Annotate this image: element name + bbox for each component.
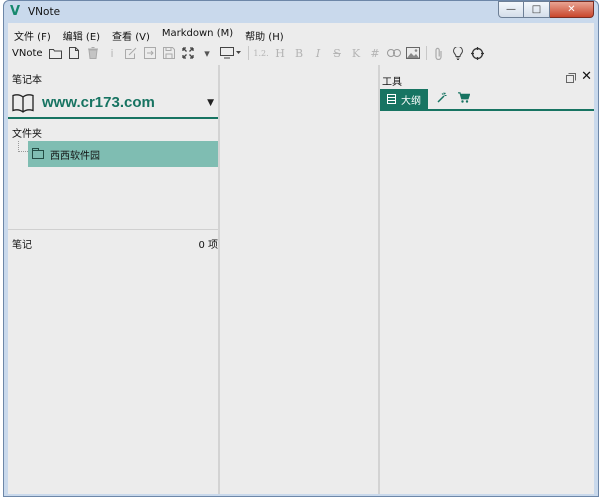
- menu-view[interactable]: 查看 (V): [106, 25, 156, 43]
- bulb-icon[interactable]: [449, 44, 468, 62]
- strikethrough-icon[interactable]: S: [328, 44, 347, 62]
- notebook-header: 笔记本: [12, 75, 42, 86]
- tree-connector: [18, 141, 28, 152]
- toolbar-label: VNote: [12, 47, 43, 59]
- monitor-icon[interactable]: [217, 44, 245, 62]
- italic-icon[interactable]: I: [309, 44, 328, 62]
- title-bar: V VNote — □ ✕: [4, 1, 598, 23]
- delete-icon[interactable]: [84, 44, 103, 62]
- close-panel-button[interactable]: ✕: [581, 69, 592, 84]
- folder-label: 西西软件园: [50, 150, 100, 162]
- h-icon[interactable]: H: [271, 44, 290, 62]
- info-icon[interactable]: i: [103, 44, 122, 62]
- maximize-button[interactable]: □: [524, 1, 550, 18]
- notes-count: 0 项: [198, 240, 218, 251]
- tools-panel: 工具 ✕ 大纲: [380, 65, 594, 494]
- image-icon[interactable]: [404, 44, 423, 62]
- notebook-panel: 笔记本 www.cr173.com ▼ 文件夹 西西软件园 笔记 0 项: [8, 65, 218, 494]
- menu-bar: 文件 (F) 编辑 (E) 查看 (V) Markdown (M) 帮助 (H): [8, 25, 290, 43]
- toolbar-separator: [425, 46, 427, 60]
- tab-outline-label: 大纲: [401, 95, 421, 107]
- book-icon: [12, 93, 34, 116]
- notebook-selector[interactable]: www.cr173.com ▼: [8, 89, 218, 119]
- notebook-name: www.cr173.com: [42, 94, 155, 111]
- notes-header: 笔记: [12, 240, 32, 251]
- cart-icon: [458, 92, 471, 106]
- edit-icon[interactable]: [122, 44, 141, 62]
- folder-item[interactable]: 西西软件园: [28, 141, 218, 167]
- float-icon[interactable]: [566, 73, 576, 83]
- app-window: V VNote — □ ✕ 文件 (F) 编辑 (E) 查看 (V) Markd…: [3, 0, 599, 497]
- menu-help[interactable]: 帮助 (H): [239, 25, 290, 43]
- link-icon[interactable]: [385, 44, 404, 62]
- bold-icon[interactable]: B: [290, 44, 309, 62]
- tools-tabs: 大纲: [380, 89, 594, 111]
- target-icon[interactable]: [468, 44, 487, 62]
- menu-file[interactable]: 文件 (F): [8, 25, 57, 43]
- attach-icon[interactable]: [430, 44, 449, 62]
- folder-icon[interactable]: [46, 44, 65, 62]
- toolbar: VNote i ▾ 1.2. H B I S K #: [8, 43, 594, 63]
- menu-edit[interactable]: 编辑 (E): [57, 25, 106, 43]
- expand-dropdown-icon[interactable]: ▾: [198, 44, 217, 62]
- tab-outline[interactable]: 大纲: [380, 89, 428, 109]
- hash-icon[interactable]: #: [366, 44, 385, 62]
- panel-divider: [8, 229, 218, 230]
- heading-icon[interactable]: 1.2.: [252, 44, 271, 62]
- note-list-panel: [220, 65, 378, 494]
- menu-markdown[interactable]: Markdown (M): [156, 25, 239, 43]
- chevron-down-icon: ▼: [207, 98, 214, 108]
- client-area: 文件 (F) 编辑 (E) 查看 (V) Markdown (M) 帮助 (H)…: [8, 23, 594, 494]
- tab-magic[interactable]: [432, 89, 452, 109]
- import-icon[interactable]: [141, 44, 160, 62]
- window-title: VNote: [28, 6, 61, 18]
- minimize-button[interactable]: —: [498, 1, 524, 18]
- tools-title: 工具: [382, 77, 402, 88]
- outline-icon: [387, 94, 396, 104]
- app-logo-icon: V: [10, 4, 21, 19]
- folder-icon: [32, 147, 44, 159]
- folders-header: 文件夹: [12, 129, 42, 140]
- magic-wand-icon: [436, 92, 448, 106]
- save-icon[interactable]: [160, 44, 179, 62]
- new-file-icon[interactable]: [65, 44, 84, 62]
- toolbar-separator: [247, 46, 249, 60]
- expand-icon[interactable]: [179, 44, 198, 62]
- k-icon[interactable]: K: [347, 44, 366, 62]
- tab-cart[interactable]: [454, 89, 474, 109]
- close-window-button[interactable]: ✕: [550, 1, 594, 18]
